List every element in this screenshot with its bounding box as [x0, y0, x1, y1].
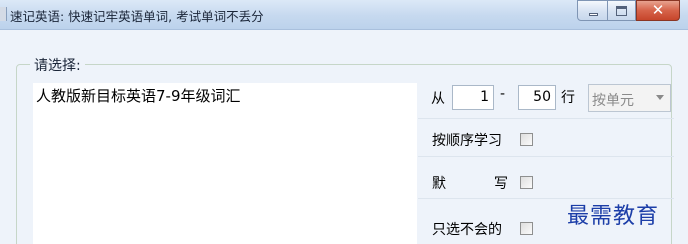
minimize-button[interactable] [577, 0, 608, 21]
unit-select-value: 按单元 [592, 93, 634, 109]
dictation-checkbox[interactable] [520, 176, 533, 189]
close-button[interactable]: ✕ [636, 0, 680, 21]
maximize-icon [616, 6, 627, 16]
maximize-button[interactable] [608, 0, 636, 21]
list-item[interactable]: 人教版新目标英语7-9年级词汇 [36, 85, 241, 106]
sequential-label: 按顺序学习 [432, 133, 502, 149]
wordbook-list[interactable]: 人教版新目标英语7-9年级词汇 [33, 83, 417, 244]
from-input[interactable]: 1 [452, 85, 494, 110]
sequential-checkbox[interactable] [520, 133, 533, 146]
group-legend: 请选择: [30, 55, 85, 75]
watermark-text: 最需教育 [567, 204, 660, 229]
from-label: 从 [431, 91, 445, 107]
unit-select[interactable]: 按单元 [588, 84, 671, 112]
only-unknown-checkbox[interactable] [520, 222, 533, 235]
minimize-icon [589, 13, 598, 16]
title-bar[interactable]: 速记英语: 快速记牢英语单词, 考试单词不丢分 ✕ [0, 0, 688, 30]
to-input[interactable]: 50 [518, 85, 556, 110]
dictation-label-2: 写 [494, 176, 508, 192]
app-icon [0, 7, 7, 21]
close-icon: ✕ [651, 1, 665, 19]
range-dash: - [500, 86, 506, 102]
only-unknown-label: 只选不会的 [432, 222, 502, 238]
sequential-row: 按顺序学习 [418, 118, 674, 156]
window-title: 速记英语: 快速记牢英语单词, 考试单词不丢分 [10, 9, 264, 24]
dictation-label-1: 默 [432, 176, 446, 192]
chevron-down-icon [656, 95, 664, 100]
range-row: 从 1 - 50 行 按单元 [418, 82, 674, 118]
row-unit-label: 行 [561, 90, 575, 106]
dictation-row: 默 写 [418, 156, 674, 198]
